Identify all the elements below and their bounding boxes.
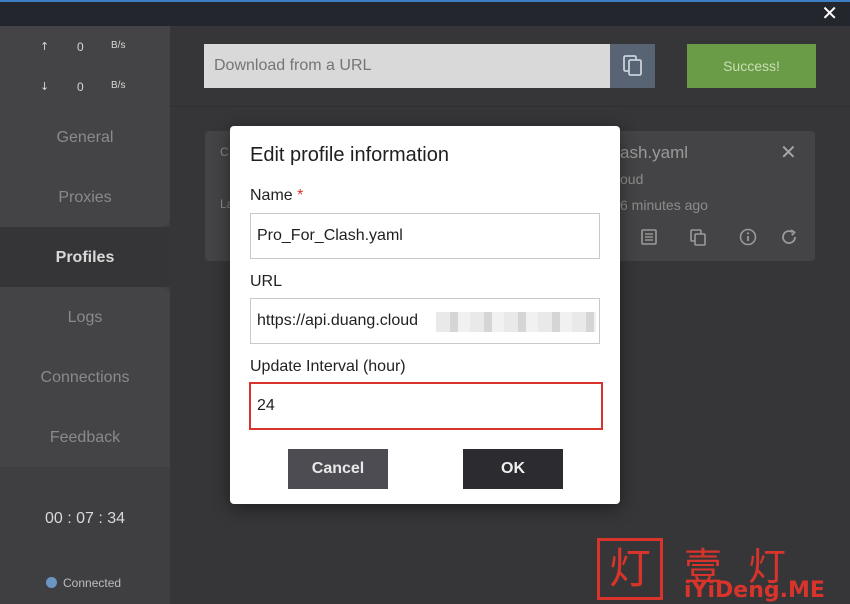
header-divider (170, 106, 850, 107)
download-url-input[interactable] (204, 44, 610, 88)
upload-unit: B/s (111, 40, 126, 51)
cancel-button[interactable]: Cancel (288, 449, 388, 489)
card-subtitle: oud (620, 171, 644, 187)
info-icon[interactable] (739, 228, 757, 246)
url-redaction-blur (436, 312, 596, 332)
sidebar-item-proxies[interactable]: Proxies (0, 168, 170, 228)
watermark-seal: 灯 (597, 538, 663, 600)
download-unit: B/s (111, 80, 126, 91)
title-bar (0, 0, 850, 26)
card-updated-time: 6 minutes ago (620, 197, 708, 213)
upload-speed: ↑ 0 B/s (0, 40, 170, 60)
upload-arrow-icon: ↑ (40, 40, 50, 53)
interval-label: Update Interval (hour) (250, 358, 406, 375)
name-label: Name * (250, 187, 303, 205)
download-arrow-icon: ↓ (40, 80, 50, 93)
name-field[interactable]: Pro_For_Clash.yaml (250, 213, 600, 259)
required-mark: * (297, 187, 304, 204)
edit-list-icon[interactable] (640, 228, 658, 246)
dialog-title: Edit profile information (250, 144, 449, 166)
sidebar-item-feedback[interactable]: Feedback (0, 408, 170, 468)
download-speed: ↓ 0 B/s (0, 80, 170, 100)
ok-button[interactable]: OK (463, 449, 563, 489)
sidebar-item-logs[interactable]: Logs (0, 288, 170, 348)
watermark-url: iYiDeng.ME (684, 578, 825, 603)
success-button[interactable]: Success! (687, 44, 816, 88)
sidebar-item-profiles[interactable]: Profiles (0, 228, 170, 288)
card-left-fragment: C (220, 145, 229, 159)
url-label: URL (250, 273, 283, 290)
uptime-timer: 00 : 07 : 34 (44, 510, 126, 527)
refresh-icon[interactable] (780, 228, 798, 246)
card-close-icon[interactable]: ✕ (780, 140, 797, 164)
duplicate-icon[interactable] (689, 228, 707, 246)
sidebar-item-connections[interactable]: Connections (0, 348, 170, 408)
copy-icon (622, 55, 642, 76)
interval-highlight-box (249, 382, 603, 430)
sidebar-item-general[interactable]: General (0, 108, 170, 168)
name-label-text: Name (250, 187, 293, 204)
paste-button[interactable] (610, 44, 655, 88)
upload-value: 0 (77, 40, 84, 54)
connection-status: Connected (46, 576, 121, 590)
close-window-icon[interactable]: ✕ (821, 2, 838, 24)
download-value: 0 (77, 80, 84, 94)
card-title: ash.yaml (620, 143, 689, 162)
connection-status-label: Connected (63, 576, 122, 590)
status-dot-icon (46, 577, 57, 588)
